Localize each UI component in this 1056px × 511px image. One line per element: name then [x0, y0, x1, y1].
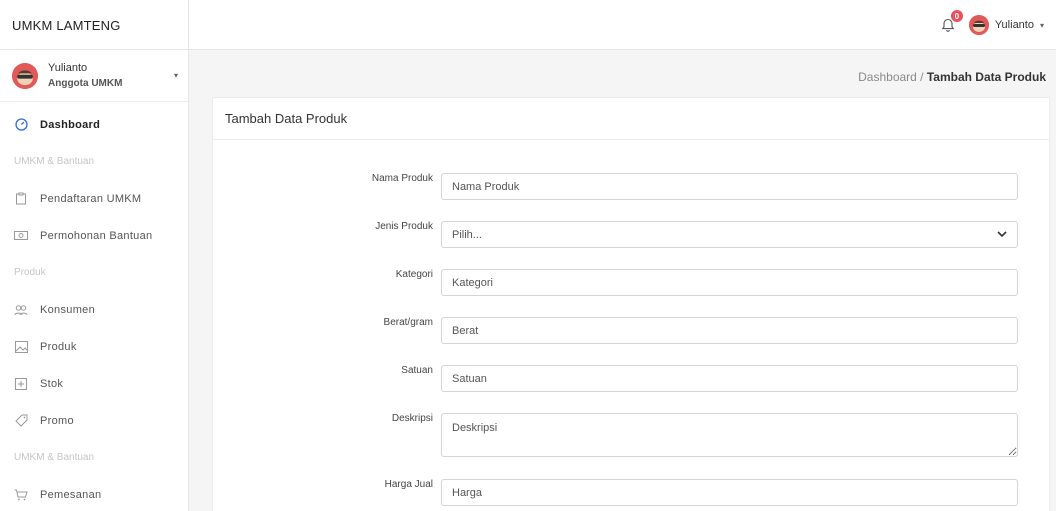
- berat-input[interactable]: [441, 317, 1018, 344]
- satuan-input[interactable]: [441, 365, 1018, 392]
- cart-icon: [14, 488, 28, 502]
- sidebar-item-label: Dashboard: [40, 118, 101, 131]
- top-right-controls: 0 Yulianto ▾: [939, 0, 1044, 50]
- sidebar-item-pemesanan[interactable]: Pemesanan: [0, 476, 188, 511]
- kategori-input[interactable]: [441, 269, 1018, 296]
- users-icon: [14, 303, 28, 317]
- sidebar-section-heading: UMKM & Bantuan: [14, 452, 95, 463]
- top-user-name: Yulianto: [994, 19, 1034, 31]
- sidebar-item-dashboard[interactable]: Dashboard: [0, 106, 188, 143]
- sidebar-user-role: Anggota UMKM: [48, 77, 123, 89]
- sidebar-item-label: Konsumen: [40, 303, 95, 316]
- deskripsi-label: Deskripsi: [391, 413, 433, 424]
- avatar: [968, 15, 989, 35]
- image-icon: [14, 340, 28, 354]
- sidebar-item-label: Permohonan Bantuan: [40, 229, 153, 242]
- sidebar-item-produk[interactable]: Produk: [0, 328, 188, 365]
- dashboard-icon: [14, 118, 28, 132]
- sidebar-section-heading: Produk: [14, 267, 46, 278]
- deskripsi-textarea[interactable]: [441, 413, 1018, 457]
- sidebar-item-konsumen[interactable]: Konsumen: [0, 291, 188, 328]
- sidebar-item-pendaftaran-umkm[interactable]: Pendaftaran UMKM: [0, 180, 188, 217]
- form-card: Tambah Data Produk Nama Produk Jenis Pro…: [212, 97, 1050, 511]
- sidebar-item-permohonan-bantuan[interactable]: Permohonan Bantuan: [0, 217, 188, 254]
- sidebar-item-label: Pendaftaran UMKM: [40, 192, 142, 205]
- jenis-produk-select[interactable]: Pilih...: [441, 221, 1018, 248]
- chevron-down-icon[interactable]: ▾: [174, 71, 178, 80]
- sidebar-item-promo[interactable]: Promo: [0, 402, 188, 439]
- sidebar-section-heading: UMKM & Bantuan: [14, 156, 95, 167]
- satuan-label: Satuan: [401, 365, 433, 376]
- nama-produk-input[interactable]: [441, 173, 1018, 200]
- harga-jual-label: Harga Jual: [384, 479, 433, 490]
- clipboard-icon: [14, 192, 28, 206]
- sidebar-item-label: Produk: [40, 340, 77, 353]
- money-icon: [14, 229, 28, 243]
- jenis-produk-selected: Pilih...: [452, 228, 482, 241]
- notification-badge: 0: [950, 10, 963, 22]
- tag-icon: [14, 414, 28, 428]
- sidebar-user-name: Yulianto: [48, 61, 88, 74]
- kategori-label: Kategori: [395, 269, 433, 280]
- breadcrumb-separator: /: [916, 70, 927, 84]
- breadcrumb: Dashboard / Tambah Data Produk: [858, 70, 1046, 84]
- nama-produk-label: Nama Produk: [371, 173, 433, 184]
- breadcrumb-link-dashboard[interactable]: Dashboard: [858, 70, 917, 84]
- sidebar: Yulianto Anggota UMKM ▾ Dashboard UMKM &…: [0, 50, 189, 511]
- sidebar-user-panel[interactable]: Yulianto Anggota UMKM ▾: [0, 50, 188, 102]
- card-title: Tambah Data Produk: [213, 98, 1049, 140]
- chevron-down-icon: ▾: [1039, 20, 1044, 30]
- sidebar-item-label: Promo: [40, 414, 74, 427]
- berat-label: Berat/gram: [383, 317, 433, 328]
- harga-jual-input[interactable]: [441, 479, 1018, 506]
- notification-button[interactable]: 0: [939, 10, 963, 34]
- plus-box-icon: [14, 377, 28, 391]
- sidebar-user-names: Yulianto Anggota UMKM: [48, 61, 164, 91]
- sidebar-item-stok[interactable]: Stok: [0, 365, 188, 402]
- user-menu-toggle[interactable]: Yulianto ▾: [968, 15, 1044, 35]
- jenis-produk-label: Jenis Produk: [375, 221, 433, 232]
- sidebar-item-label: Pemesanan: [40, 488, 102, 501]
- sidebar-menu: Dashboard UMKM & Bantuan Pendaftaran UMK…: [0, 102, 188, 511]
- avatar-face-icon: [12, 62, 38, 89]
- chevron-down-icon: [997, 231, 1007, 238]
- top-navbar: UMKM LAMTENG 0 Yulianto ▾: [0, 0, 1056, 50]
- breadcrumb-current: Tambah Data Produk: [926, 70, 1046, 84]
- sidebar-item-label: Stok: [40, 377, 64, 390]
- avatar: [12, 62, 38, 89]
- brand-logo[interactable]: UMKM LAMTENG: [0, 0, 189, 50]
- avatar-face-icon: [968, 15, 989, 35]
